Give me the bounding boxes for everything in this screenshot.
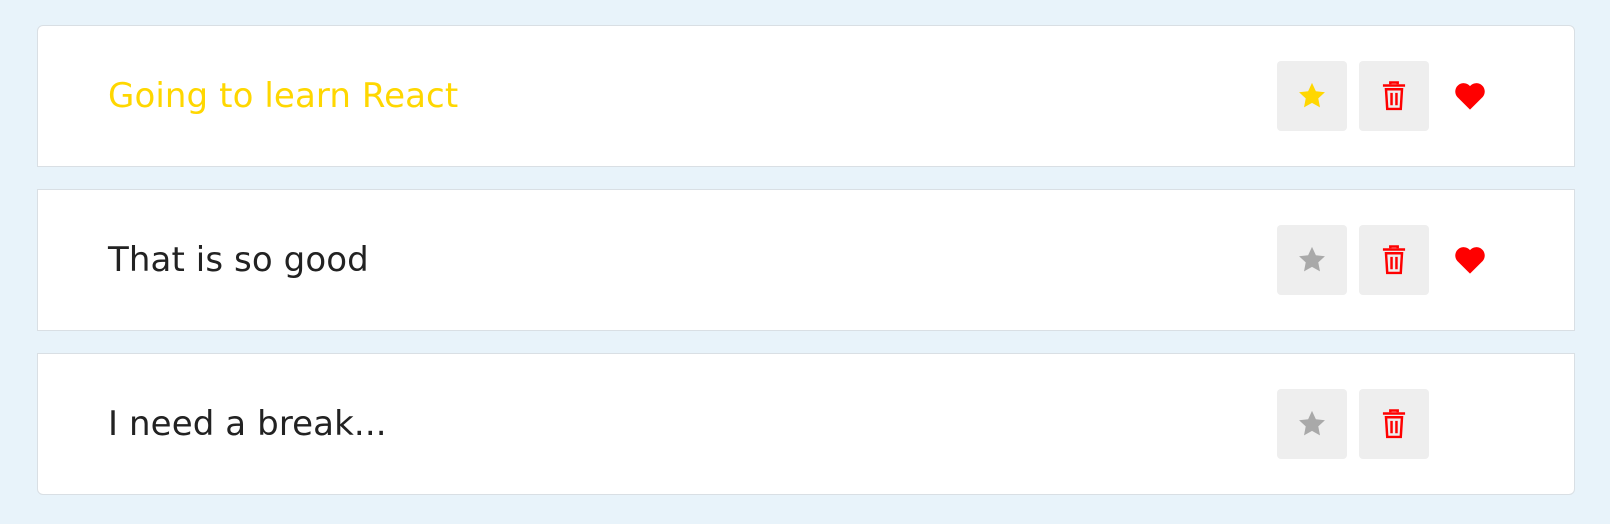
trash-icon bbox=[1382, 81, 1406, 111]
delete-button[interactable] bbox=[1359, 389, 1429, 459]
item-actions bbox=[1277, 190, 1488, 330]
item-label[interactable]: Going to learn React bbox=[108, 76, 458, 116]
heart-icon bbox=[1455, 247, 1485, 274]
like-indicator bbox=[1452, 80, 1488, 112]
list-item: Going to learn React bbox=[37, 25, 1575, 167]
like-indicator bbox=[1452, 244, 1488, 276]
delete-button[interactable] bbox=[1359, 225, 1429, 295]
item-label[interactable]: I need a break... bbox=[108, 404, 387, 444]
item-actions bbox=[1277, 354, 1441, 494]
item-actions bbox=[1277, 26, 1488, 166]
star-icon bbox=[1299, 82, 1325, 108]
star-icon bbox=[1299, 410, 1325, 436]
delete-button[interactable] bbox=[1359, 61, 1429, 131]
trash-icon bbox=[1382, 245, 1406, 275]
heart-icon bbox=[1455, 83, 1485, 110]
important-button[interactable] bbox=[1277, 61, 1347, 131]
list-item: I need a break... bbox=[37, 353, 1575, 495]
item-label[interactable]: That is so good bbox=[108, 240, 369, 280]
list-item: That is so good bbox=[37, 189, 1575, 331]
trash-icon bbox=[1382, 409, 1406, 439]
star-icon bbox=[1299, 246, 1325, 272]
todo-list: Going to learn React That is so good I n… bbox=[37, 25, 1575, 495]
important-button[interactable] bbox=[1277, 225, 1347, 295]
important-button[interactable] bbox=[1277, 389, 1347, 459]
